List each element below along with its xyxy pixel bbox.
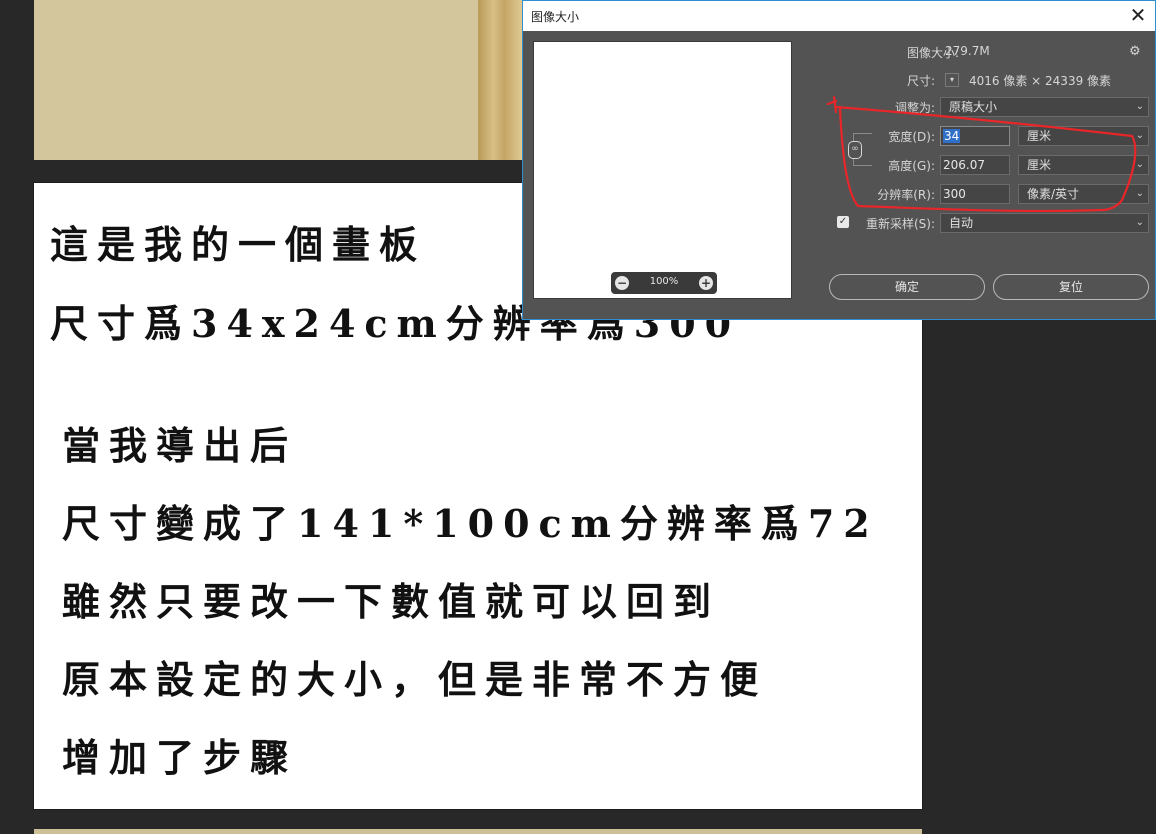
width-unit-value: 厘米 bbox=[1027, 129, 1052, 143]
gear-icon[interactable]: ⚙ bbox=[1129, 44, 1141, 59]
document-text-line-5: 雖然只要改一下數值就可以回到 bbox=[62, 579, 721, 624]
width-label: 宽度(D): bbox=[888, 130, 935, 144]
width-value: 34 bbox=[943, 129, 961, 143]
resolution-input[interactable]: 300 bbox=[940, 184, 1010, 204]
resolution-unit-select[interactable]: 像素/英寸 ⌄ bbox=[1018, 184, 1149, 204]
height-input[interactable]: 206.07 bbox=[940, 155, 1010, 175]
fit-to-label: 调整为: bbox=[894, 101, 935, 115]
resample-select[interactable]: 自动 ⌄ bbox=[940, 213, 1149, 233]
image-size-dialog: 图像大小 ✕ − 100% + 图像大小: 279.7M ⚙ 尺寸: ▾ 401… bbox=[522, 0, 1156, 320]
image-size-label: 图像大小: bbox=[906, 46, 959, 60]
zoom-in-icon[interactable]: + bbox=[699, 276, 713, 290]
chevron-down-icon: ⌄ bbox=[1135, 159, 1144, 170]
document-text-line-6: 原本設定的大小，但是非常不方便 bbox=[62, 657, 768, 702]
close-icon[interactable]: ✕ bbox=[1123, 1, 1153, 31]
height-unit-value: 厘米 bbox=[1027, 158, 1052, 172]
dimensions-value: 4016 像素 × 24339 像素 bbox=[969, 74, 1112, 88]
ok-button[interactable]: 确定 bbox=[829, 274, 985, 300]
resolution-value: 300 bbox=[943, 187, 966, 201]
image-preview[interactable]: − 100% + bbox=[533, 41, 792, 299]
width-unit-select[interactable]: 厘米 ⌄ bbox=[1018, 126, 1149, 146]
height-label: 高度(G): bbox=[888, 159, 935, 173]
dimensions-unit-dropdown[interactable]: ▾ bbox=[945, 73, 959, 87]
width-input[interactable]: 34 bbox=[940, 126, 1010, 146]
resolution-unit-value: 像素/英寸 bbox=[1027, 187, 1080, 201]
chevron-down-icon: ⌄ bbox=[1135, 130, 1144, 141]
chevron-down-icon: ⌄ bbox=[1135, 217, 1144, 228]
chevron-down-icon: ⌄ bbox=[1135, 101, 1144, 112]
fit-to-select[interactable]: 原稿大小 ⌄ bbox=[940, 97, 1149, 117]
height-unit-select[interactable]: 厘米 ⌄ bbox=[1018, 155, 1149, 175]
document-text-line-3: 當我導出后 bbox=[62, 423, 298, 468]
resample-label: 重新采样(S): bbox=[865, 217, 935, 231]
resolution-label: 分辨率(R): bbox=[877, 188, 935, 202]
dialog-titlebar[interactable]: 图像大小 ✕ bbox=[523, 1, 1155, 31]
canvas-bottom-strip bbox=[34, 829, 922, 834]
canvas-tan-panel bbox=[34, 0, 478, 160]
height-value: 206.07 bbox=[943, 158, 985, 172]
dialog-title: 图像大小 bbox=[531, 10, 580, 24]
dimensions-label: 尺寸: bbox=[906, 74, 935, 88]
document-text-line-7: 增加了步驟 bbox=[62, 735, 298, 780]
chevron-down-icon: ⌄ bbox=[1135, 188, 1144, 199]
document-text-line-4: 尺寸變成了141*100cm分辨率爲72 bbox=[62, 501, 879, 546]
reset-button[interactable]: 复位 bbox=[993, 274, 1149, 300]
image-size-value: 279.7M bbox=[945, 44, 990, 58]
document-text-line-1: 這是我的一個畫板 bbox=[50, 222, 427, 267]
resample-value: 自动 bbox=[949, 216, 974, 230]
canvas-parchment-strip bbox=[478, 0, 522, 160]
zoom-control: − 100% + bbox=[611, 272, 717, 294]
fit-to-value: 原稿大小 bbox=[949, 100, 998, 114]
